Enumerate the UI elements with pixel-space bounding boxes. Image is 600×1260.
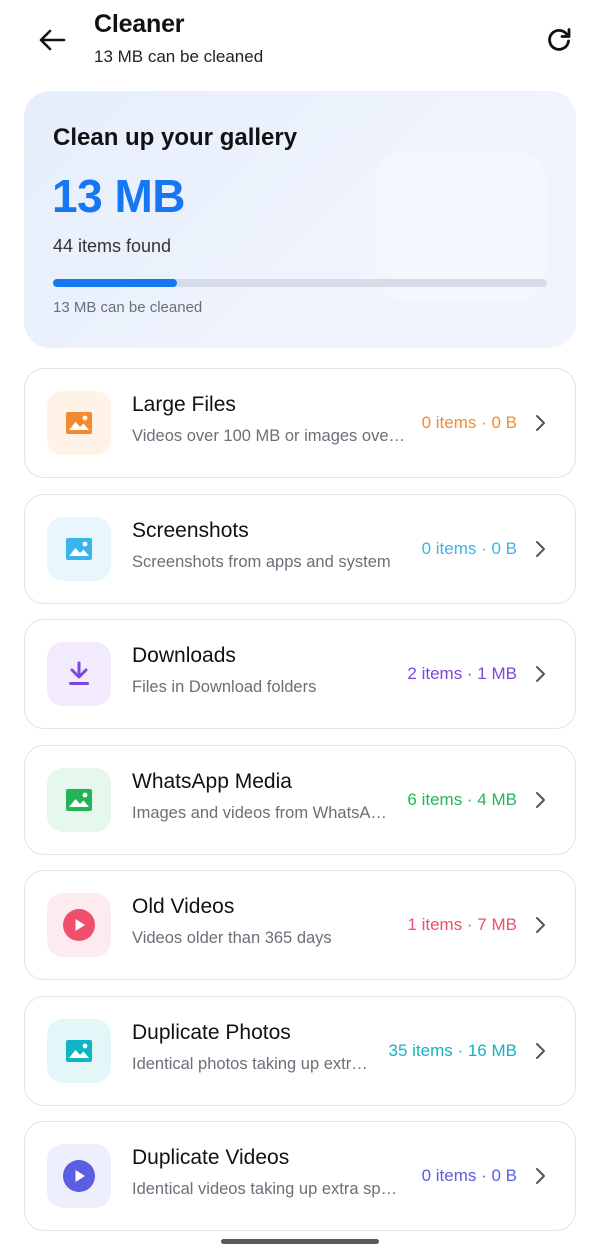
back-button[interactable] [30, 20, 74, 60]
category-name: Duplicate Videos [132, 1146, 290, 1169]
category-description: Files in Download folders [132, 678, 317, 696]
image-icon [47, 1018, 111, 1083]
play-icon [47, 1144, 111, 1208]
clean-progress-fill [53, 279, 177, 287]
category-stats: 1 items · 7 MB [407, 915, 517, 934]
category-description: Videos over 100 MB or images ove… [132, 427, 405, 445]
category-name: Large Files [132, 393, 236, 416]
refresh-button[interactable] [538, 20, 580, 60]
category-stats: 0 items · 0 B [421, 413, 517, 432]
category-stats: 35 items · 16 MB [388, 1040, 518, 1060]
category-stats: 0 items · 0 B [421, 538, 517, 558]
play-icon [47, 893, 111, 957]
category-description: Screenshots from apps and system [132, 552, 391, 571]
category-row-duplicate-videos[interactable]: Duplicate Videos Identical videos taking … [24, 1121, 576, 1231]
cleanable-size: 13 MB [52, 170, 185, 222]
category-row-downloads[interactable]: Downloads Files in Download folders 2 item… [24, 619, 576, 729]
download-icon [47, 642, 111, 706]
refresh-icon [548, 28, 571, 51]
category-stats: 2 items · 1 MB [407, 664, 517, 683]
category-row-large-files[interactable]: Large Files Videos over 100 MB or images … [24, 368, 576, 478]
items-found-count: 44 items found [53, 236, 172, 256]
category-description: Identical videos taking up extra sp… [132, 1180, 398, 1198]
home-indicator[interactable] [221, 1239, 379, 1244]
summary-title: Clean up your gallery [53, 124, 298, 151]
chevron-right-icon [533, 414, 547, 432]
chevron-right-icon [533, 916, 547, 934]
category-stats: 0 items · 0 B [421, 1166, 517, 1185]
category-row-whatsapp-media[interactable]: WhatsApp Media Images and videos from Wha… [24, 744, 576, 855]
summary-note: 13 MB can be cleaned [53, 299, 203, 316]
category-row-old-videos[interactable]: Old Videos Videos older than 365 days 1 it… [24, 870, 576, 980]
category-name: Screenshots [132, 518, 249, 542]
category-name: Duplicate Photos [132, 1020, 291, 1044]
arrow-left-icon [39, 29, 66, 51]
image-icon [47, 516, 111, 581]
chevron-right-icon [533, 791, 547, 809]
page-subtitle: 13 MB can be cleaned [94, 47, 264, 66]
category-description: Identical photos taking up extr… [132, 1054, 368, 1073]
category-description: Videos older than 365 days [132, 929, 332, 947]
category-row-screenshots[interactable]: Screenshots Screenshots from apps and sys… [24, 493, 576, 604]
image-icon [47, 767, 111, 832]
category-list: Large Files Videos over 100 MB or images … [24, 368, 576, 1247]
chevron-right-icon [533, 540, 547, 558]
chevron-right-icon [533, 1042, 547, 1060]
category-name: Downloads [132, 644, 236, 667]
category-name: WhatsApp Media [132, 769, 292, 793]
category-description: Images and videos from WhatsA… [132, 803, 387, 822]
app-header: Cleaner 13 MB can be cleaned [0, 0, 600, 78]
page-title: Cleaner [94, 10, 185, 38]
chevron-right-icon [533, 1167, 547, 1185]
gallery-summary-card: Clean up your gallery 13 MB 44 items fou… [24, 91, 576, 348]
category-row-duplicate-photos[interactable]: Duplicate Photos Identical photos taking … [24, 995, 576, 1106]
category-stats: 6 items · 4 MB [407, 789, 517, 809]
image-icon [47, 391, 111, 455]
clean-progress-bar [53, 279, 547, 287]
category-name: Old Videos [132, 895, 235, 918]
chevron-right-icon [533, 665, 547, 683]
